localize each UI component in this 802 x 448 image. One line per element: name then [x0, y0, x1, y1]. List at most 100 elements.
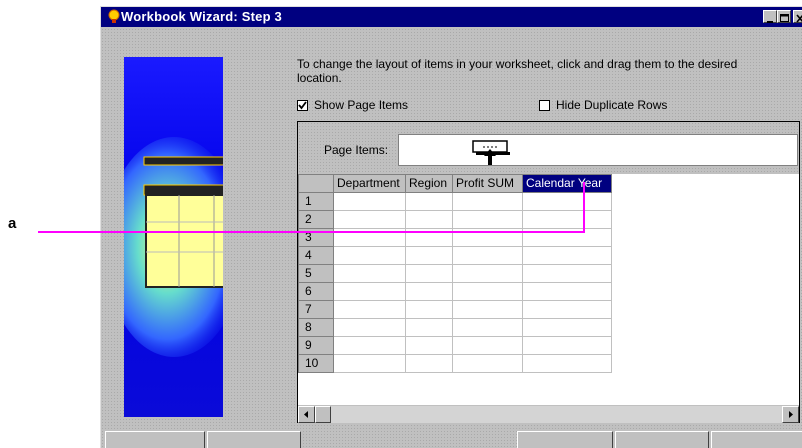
grid-cell[interactable]: [405, 264, 453, 283]
table-row: 7: [298, 300, 612, 319]
cancel-button[interactable]: [615, 431, 709, 448]
grid-cell[interactable]: [522, 282, 612, 301]
horizontal-scrollbar[interactable]: [298, 405, 799, 423]
next-button[interactable]: [207, 431, 301, 448]
table-row: 6: [298, 282, 612, 301]
page-items-drop-zone[interactable]: [398, 134, 798, 166]
grid-cell[interactable]: [333, 264, 406, 283]
table-row: 10: [298, 354, 612, 373]
grid-cell[interactable]: [522, 300, 612, 319]
title-bar[interactable]: Workbook Wizard: Step 3: [101, 7, 802, 27]
help-button[interactable]: [711, 431, 802, 448]
table-row: 8: [298, 318, 612, 337]
grid-cell[interactable]: [333, 246, 406, 265]
show-page-items-checkbox[interactable]: Show Page Items: [297, 98, 408, 112]
grid-cell[interactable]: [452, 354, 523, 373]
instruction-text: To change the layout of items in your wo…: [297, 57, 738, 85]
grid-cell[interactable]: [333, 336, 406, 355]
minimize-button[interactable]: [763, 10, 777, 23]
grid-cell[interactable]: [522, 336, 612, 355]
grid-cell[interactable]: [522, 246, 612, 265]
row-header[interactable]: 4: [298, 246, 334, 265]
grid-cell[interactable]: [333, 300, 406, 319]
grid-cell[interactable]: [522, 318, 612, 337]
grid-cell[interactable]: [333, 354, 406, 373]
grid-cell[interactable]: [405, 282, 453, 301]
minimize-icon: [767, 21, 773, 23]
grid-cell[interactable]: [522, 210, 612, 229]
maximize-button[interactable]: [777, 10, 791, 23]
scroll-right-button[interactable]: [782, 406, 799, 423]
worksheet-grid: Department Region Profit SUM Calendar Ye…: [298, 174, 612, 373]
row-header[interactable]: 10: [298, 354, 334, 373]
grid-cell[interactable]: [405, 300, 453, 319]
table-row: 3: [298, 228, 612, 247]
grid-cell[interactable]: [452, 210, 523, 229]
grid-cell[interactable]: [522, 264, 612, 283]
table-row: 9: [298, 336, 612, 355]
row-header[interactable]: 8: [298, 318, 334, 337]
close-icon: [796, 14, 802, 23]
column-header-profit-sum[interactable]: Profit SUM: [452, 174, 523, 193]
finish-button[interactable]: [517, 431, 613, 448]
wizard-illustration: [124, 57, 223, 417]
grid-cell[interactable]: [405, 228, 453, 247]
grid-cell[interactable]: [452, 282, 523, 301]
grid-cell[interactable]: [452, 246, 523, 265]
drag-cursor-icon: [472, 140, 510, 165]
grid-cell[interactable]: [452, 318, 523, 337]
wizard-bulb-icon: [108, 9, 120, 23]
row-header[interactable]: 2: [298, 210, 334, 229]
grid-cell[interactable]: [452, 300, 523, 319]
grid-cell[interactable]: [522, 228, 612, 247]
row-header[interactable]: 6: [298, 282, 334, 301]
grid-corner: [298, 174, 334, 193]
grid-cell[interactable]: [333, 192, 406, 211]
page-items-area: Page Items:: [298, 122, 799, 174]
checkmark-icon: [298, 101, 307, 110]
back-button[interactable]: [105, 431, 205, 448]
checkbox-box[interactable]: [539, 100, 550, 111]
close-button[interactable]: [793, 10, 802, 23]
grid-cell[interactable]: [405, 246, 453, 265]
grid-cell[interactable]: [405, 210, 453, 229]
row-header[interactable]: 7: [298, 300, 334, 319]
table-row: 1: [298, 192, 612, 211]
grid-cell[interactable]: [522, 354, 612, 373]
column-header-region[interactable]: Region: [405, 174, 453, 193]
column-header-calendar-year[interactable]: Calendar Year: [522, 174, 612, 193]
scroll-thumb[interactable]: [315, 406, 331, 423]
window-title: Workbook Wizard: Step 3: [121, 9, 282, 24]
grid-cell[interactable]: [452, 264, 523, 283]
grid-cell[interactable]: [452, 192, 523, 211]
workbook-wizard-dialog: Workbook Wizard: Step 3 To change the la…: [100, 6, 802, 448]
scroll-right-icon: [789, 411, 793, 418]
grid-cell[interactable]: [452, 228, 523, 247]
grid-cell[interactable]: [405, 318, 453, 337]
row-header[interactable]: 9: [298, 336, 334, 355]
checkbox-box[interactable]: [297, 100, 308, 111]
show-page-items-label: Show Page Items: [314, 98, 409, 112]
row-header[interactable]: 3: [298, 228, 334, 247]
grid-cell[interactable]: [452, 336, 523, 355]
grid-cell[interactable]: [333, 318, 406, 337]
grid-cell[interactable]: [405, 192, 453, 211]
column-header-department[interactable]: Department: [333, 174, 406, 193]
scroll-left-button[interactable]: [298, 406, 315, 423]
clapperboard-illustration: [124, 137, 223, 357]
row-header[interactable]: 1: [298, 192, 334, 211]
grid-cell[interactable]: [405, 354, 453, 373]
grid-cell[interactable]: [333, 282, 406, 301]
grid-cell[interactable]: [333, 228, 406, 247]
table-row: 2: [298, 210, 612, 229]
scroll-left-icon: [304, 411, 308, 418]
grid-cell[interactable]: [405, 336, 453, 355]
grid-cell[interactable]: [333, 210, 406, 229]
grid-cell[interactable]: [522, 192, 612, 211]
hide-duplicate-rows-label: Hide Duplicate Rows: [556, 98, 668, 112]
callout-label: a: [8, 215, 17, 232]
table-row: 5: [298, 264, 612, 283]
row-header[interactable]: 5: [298, 264, 334, 283]
layout-panel: Page Items: Department Region Profit SUM…: [297, 121, 800, 423]
hide-duplicate-rows-checkbox[interactable]: Hide Duplicate Rows: [539, 98, 667, 112]
